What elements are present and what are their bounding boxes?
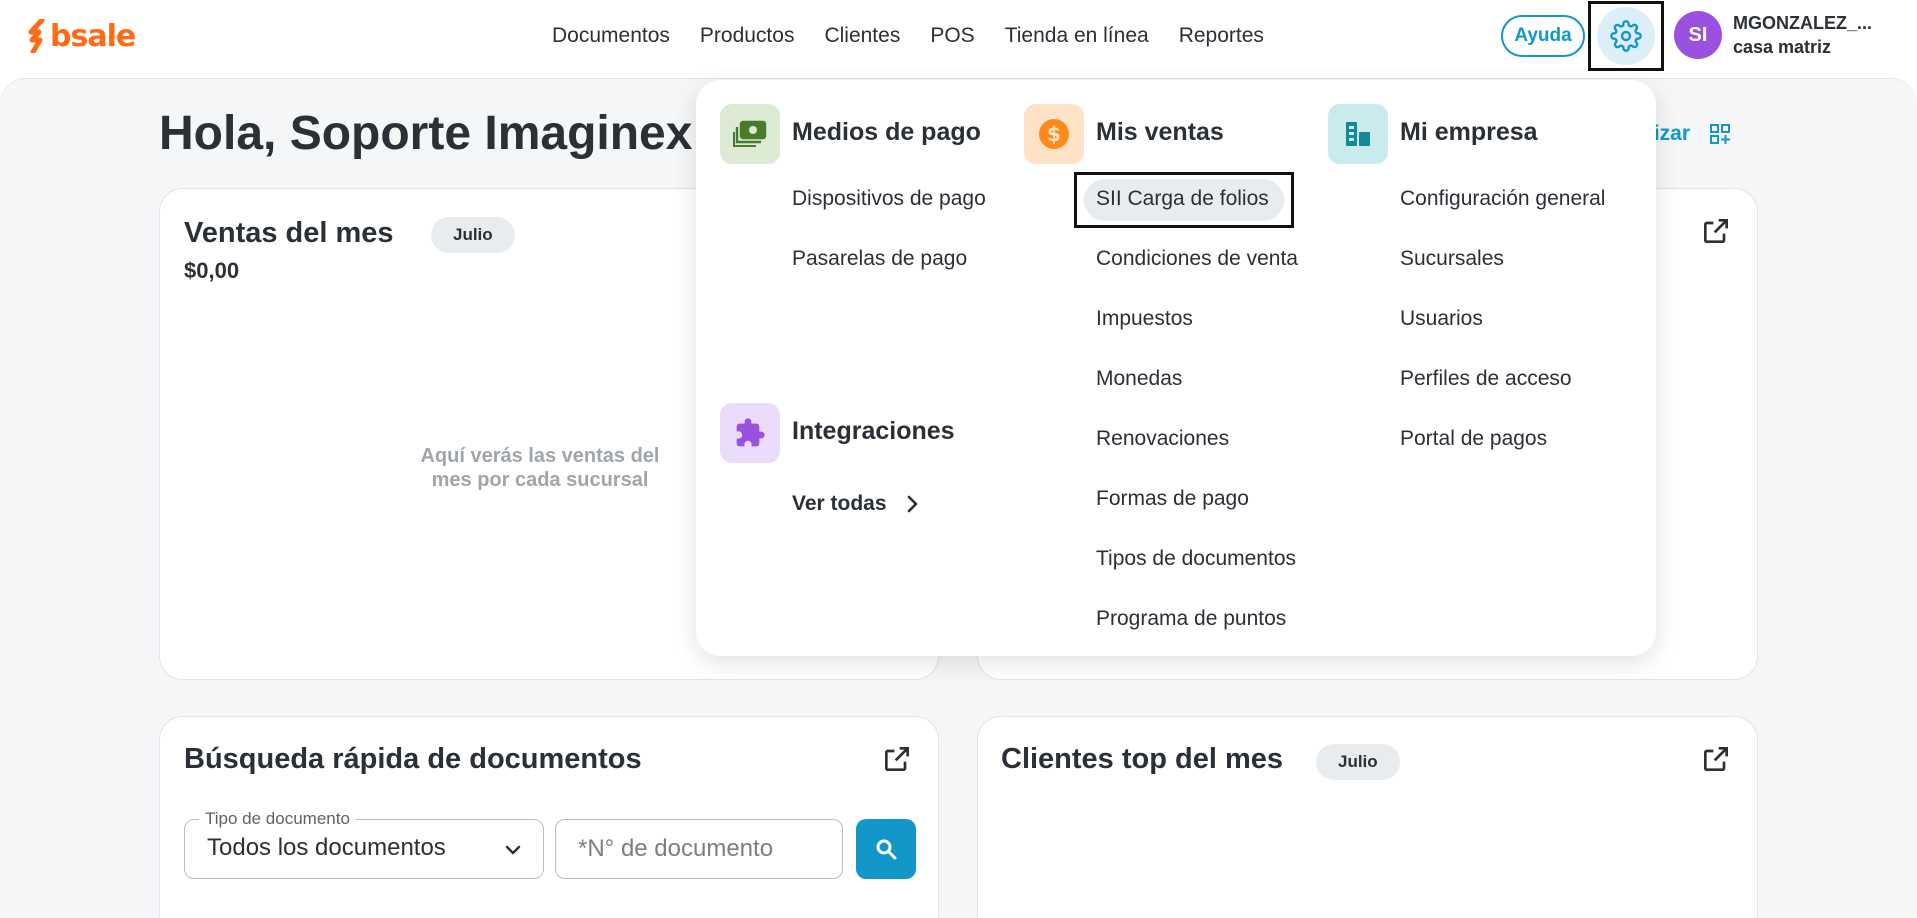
bsale-logo-icon xyxy=(28,19,45,53)
nav-reportes[interactable]: Reportes xyxy=(1179,22,1264,50)
payment-section-icon xyxy=(720,104,780,164)
doc-type-value: Todos los documentos xyxy=(207,834,446,861)
avatar[interactable]: SI xyxy=(1674,11,1722,59)
bsale-logo[interactable]: bsale xyxy=(28,18,136,54)
user-name[interactable]: MGONZALEZ_... xyxy=(1733,13,1872,34)
chevron-down-icon xyxy=(505,845,521,855)
money-icon xyxy=(733,120,767,147)
settings-dropdown: Medios de pago Dispositivos de pago Pasa… xyxy=(696,80,1656,656)
page-title: Hola, Soporte Imaginex xyxy=(159,107,693,160)
sales-section-title: Mis ventas xyxy=(1096,118,1224,146)
nav-productos[interactable]: Productos xyxy=(700,22,795,50)
nav-tienda-en-linea[interactable]: Tienda en línea xyxy=(1005,22,1149,50)
see-all-integrations-link[interactable]: Ver todas xyxy=(792,492,919,516)
search-icon xyxy=(876,839,897,860)
user-branch[interactable]: casa matriz xyxy=(1733,37,1831,58)
document-search-card: Búsqueda rápida de documentos Tipo de do… xyxy=(159,716,939,918)
help-button[interactable]: Ayuda xyxy=(1501,15,1585,57)
menu-item-impuestos[interactable]: Impuestos xyxy=(1096,307,1193,331)
building-icon xyxy=(1346,122,1370,146)
search-card-title: Búsqueda rápida de documentos xyxy=(184,743,642,775)
open-external-icon[interactable] xyxy=(1700,743,1732,775)
open-external-icon[interactable] xyxy=(881,743,913,775)
doc-number-field[interactable] xyxy=(555,819,843,879)
menu-item-configuracion-general[interactable]: Configuración general xyxy=(1400,187,1605,211)
clients-month-badge[interactable]: Julio xyxy=(1316,744,1400,780)
menu-item-programa-de-puntos[interactable]: Programa de puntos xyxy=(1096,607,1286,631)
puzzle-icon xyxy=(736,418,765,447)
gear-icon xyxy=(1610,20,1642,52)
menu-item-tipos-de-documentos[interactable]: Tipos de documentos xyxy=(1096,547,1296,571)
chevron-right-icon xyxy=(907,495,917,513)
top-clients-card: Clientes top del mes Julio xyxy=(977,716,1758,918)
sales-empty-message: Aquí verás las ventas del mes por cada s… xyxy=(420,445,660,491)
doc-type-select[interactable]: Tipo de documento Todos los documentos xyxy=(184,809,544,879)
menu-item-usuarios[interactable]: Usuarios xyxy=(1400,307,1483,331)
menu-item-renovaciones[interactable]: Renovaciones xyxy=(1096,427,1229,451)
sales-amount: $0,00 xyxy=(184,258,240,283)
menu-item-portal-de-pagos[interactable]: Portal de pagos xyxy=(1400,427,1547,451)
menu-item-monedas[interactable]: Monedas xyxy=(1096,367,1182,391)
search-button[interactable] xyxy=(856,819,916,879)
see-all-label: Ver todas xyxy=(792,492,887,515)
settings-button[interactable] xyxy=(1588,1,1664,71)
menu-item-dispositivos-de-pago[interactable]: Dispositivos de pago xyxy=(792,187,986,211)
menu-item-formas-de-pago[interactable]: Formas de pago xyxy=(1096,487,1249,511)
dollar-coin-icon: $ xyxy=(1039,119,1069,149)
doc-number-input[interactable] xyxy=(556,820,842,878)
sales-section-icon: $ xyxy=(1024,104,1084,164)
company-section-title: Mi empresa xyxy=(1400,118,1538,146)
menu-item-perfiles-de-acceso[interactable]: Perfiles de acceso xyxy=(1400,367,1572,391)
logo-text: bsale xyxy=(50,18,136,54)
doc-type-label: Tipo de documento xyxy=(199,809,356,829)
sales-month-badge[interactable]: Julio xyxy=(431,217,515,253)
clients-card-title: Clientes top del mes xyxy=(1001,743,1284,775)
svg-text:$: $ xyxy=(1047,122,1061,146)
settings-button-bg xyxy=(1597,7,1655,65)
top-bar: bsale Documentos Productos Clientes POS … xyxy=(0,0,1917,76)
payment-section-title: Medios de pago xyxy=(792,118,981,146)
open-external-icon[interactable] xyxy=(1700,215,1732,247)
menu-item-condiciones-de-venta[interactable]: Condiciones de venta xyxy=(1096,247,1298,271)
menu-item-sii-carga-de-folios[interactable]: SII Carga de folios xyxy=(1096,187,1269,211)
nav-clientes[interactable]: Clientes xyxy=(824,22,900,50)
nav-documentos[interactable]: Documentos xyxy=(552,22,670,50)
sales-card-title: Ventas del mes xyxy=(184,217,394,249)
main-nav: Documentos Productos Clientes POS Tienda… xyxy=(552,22,1294,50)
nav-pos[interactable]: POS xyxy=(930,22,974,50)
company-section-icon xyxy=(1328,104,1388,164)
integrations-section-title: Integraciones xyxy=(792,417,955,445)
menu-item-pasarelas-de-pago[interactable]: Pasarelas de pago xyxy=(792,247,967,271)
menu-item-sucursales[interactable]: Sucursales xyxy=(1400,247,1504,271)
integrations-section-icon xyxy=(720,403,780,463)
personalize-button[interactable]: lizar xyxy=(1648,122,1731,146)
grid-add-icon xyxy=(1710,124,1731,144)
